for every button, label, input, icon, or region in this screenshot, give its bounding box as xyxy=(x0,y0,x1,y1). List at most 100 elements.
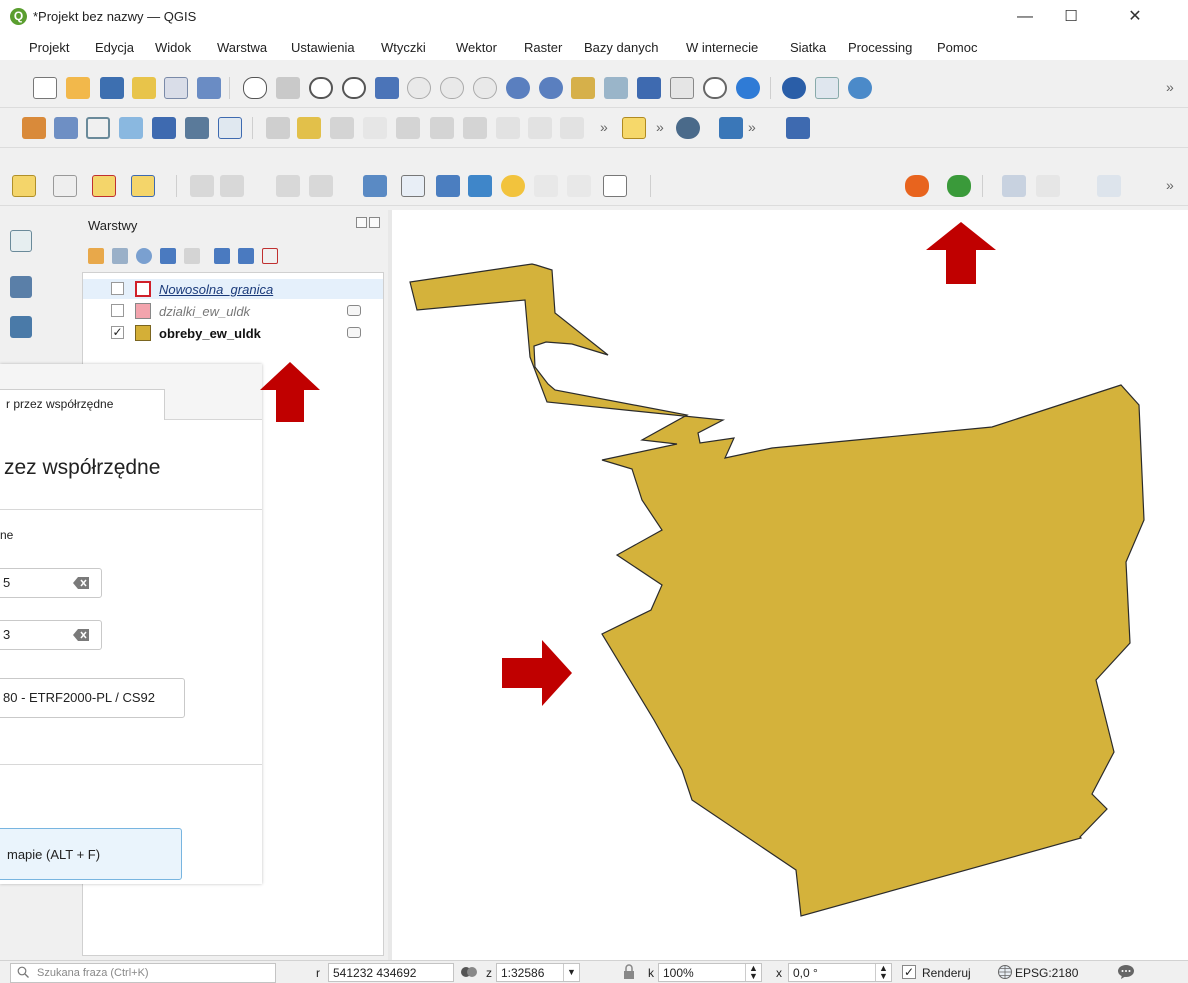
zoom-next-icon[interactable] xyxy=(539,77,563,99)
spinbox-arrows-icon[interactable]: ▲ ▼ xyxy=(745,964,761,981)
layer-symbol-swatch[interactable] xyxy=(135,281,151,297)
open-layer-styling-icon[interactable] xyxy=(88,248,104,264)
add-layer-icon[interactable] xyxy=(22,117,46,139)
text-annotation-icon[interactable] xyxy=(603,175,627,197)
filter-legend-icon[interactable] xyxy=(160,248,176,264)
add-group-icon[interactable] xyxy=(112,248,128,264)
crs-status[interactable]: EPSG:2180 xyxy=(1015,966,1078,980)
toolbar-overflow-icon[interactable]: » xyxy=(748,119,756,135)
move-label-icon[interactable] xyxy=(468,175,492,197)
close-button[interactable]: ✕ xyxy=(1112,2,1158,32)
show-hide-labels-icon[interactable] xyxy=(436,175,460,197)
layout-manager-icon[interactable] xyxy=(164,77,188,99)
edits-icon[interactable] xyxy=(266,117,290,139)
zoom-native-icon[interactable] xyxy=(473,77,497,99)
layer-visibility-checkbox[interactable] xyxy=(111,282,124,295)
menu-processing[interactable]: Processing xyxy=(848,40,912,55)
zoom-to-selection-icon[interactable] xyxy=(407,77,431,99)
select-features-icon[interactable] xyxy=(12,175,36,197)
x-coordinate-field[interactable]: 5 xyxy=(0,568,102,598)
georeferencer-icon[interactable] xyxy=(1097,175,1121,197)
new-map-view-icon[interactable] xyxy=(571,77,595,99)
star-favourite-icon[interactable] xyxy=(501,175,525,197)
layer-symbol-swatch[interactable] xyxy=(135,303,151,319)
label-toolbar-icon[interactable] xyxy=(363,175,387,197)
menu-siatka[interactable]: Siatka xyxy=(790,40,826,55)
chevron-down-icon[interactable]: ▼ xyxy=(563,964,579,981)
coordinate-capture-icon[interactable] xyxy=(1002,175,1026,197)
show-bookmarks-icon[interactable] xyxy=(670,77,694,99)
add-raster-layer-icon[interactable] xyxy=(10,276,32,298)
save-project-icon[interactable] xyxy=(100,77,124,99)
menu-w-internecie[interactable]: W internecie xyxy=(686,40,758,55)
uldk-plugin-orange-icon[interactable] xyxy=(905,175,929,197)
menu-ustawienia[interactable]: Ustawienia xyxy=(291,40,355,55)
pan-hand-icon[interactable] xyxy=(243,77,267,99)
zoom-last-icon[interactable] xyxy=(506,77,530,99)
menu-projekt[interactable]: Projekt xyxy=(29,40,69,55)
zoom-full-icon[interactable] xyxy=(375,77,399,99)
messages-icon[interactable] xyxy=(1117,964,1135,980)
menu-wtyczki[interactable]: Wtyczki xyxy=(381,40,426,55)
menu-widok[interactable]: Widok xyxy=(155,40,191,55)
add-virtual-layer-icon[interactable] xyxy=(218,117,242,139)
pin-labels-icon[interactable] xyxy=(401,175,425,197)
geocoding-globe-icon[interactable] xyxy=(676,117,700,139)
new-geopackage-icon[interactable] xyxy=(152,117,176,139)
y-coordinate-field[interactable]: 3 xyxy=(0,620,102,650)
vertex-tool-icon[interactable] xyxy=(396,117,420,139)
filter-by-expression-icon[interactable] xyxy=(184,248,200,264)
add-vector-layer-icon[interactable] xyxy=(10,230,32,252)
menu-warstwa[interactable]: Warstwa xyxy=(217,40,267,55)
maximize-button[interactable]: ☐ xyxy=(1048,2,1094,32)
add-wms-layer-icon[interactable] xyxy=(54,117,78,139)
deselect-features-icon[interactable] xyxy=(92,175,116,197)
identify-features-icon[interactable] xyxy=(782,77,806,99)
layer-row-dzialki-ew-uldk[interactable]: dzialki_ew_uldk xyxy=(83,301,383,321)
python-console-icon[interactable] xyxy=(719,117,743,139)
layer-visibility-checkbox[interactable] xyxy=(111,304,124,317)
add-feature-icon[interactable] xyxy=(363,117,387,139)
refresh-icon[interactable] xyxy=(736,77,760,99)
menu-raster[interactable]: Raster xyxy=(524,40,562,55)
settings-gear-icon[interactable] xyxy=(848,77,872,99)
attribute-table-icon[interactable] xyxy=(190,175,214,197)
minimize-button[interactable]: — xyxy=(1002,2,1048,32)
select-by-value-icon[interactable] xyxy=(53,175,77,197)
toolbar-overflow-icon[interactable]: » xyxy=(1166,79,1174,95)
pan-to-selection-icon[interactable] xyxy=(276,77,300,99)
zoom-to-layer-icon[interactable] xyxy=(440,77,464,99)
menu-bazy-danych[interactable]: Bazy danych xyxy=(584,40,658,55)
coordinate-field[interactable]: 541232 434692 xyxy=(328,963,454,982)
layer-row-obreby-ew-uldk[interactable]: ✓ obreby_ew_uldk xyxy=(83,323,383,343)
toggle-extents-icon[interactable] xyxy=(460,964,478,980)
toolbar-overflow-icon[interactable]: » xyxy=(1166,177,1174,193)
render-checkbox[interactable]: ✓ xyxy=(902,965,916,979)
crs-globe-icon[interactable] xyxy=(997,964,1013,980)
modify-attributes-icon[interactable] xyxy=(430,117,454,139)
style-manager-icon[interactable] xyxy=(197,77,221,99)
add-mesh-layer-icon[interactable] xyxy=(10,316,32,338)
layer-visibility-checkbox[interactable]: ✓ xyxy=(111,326,124,339)
new-print-layout-icon[interactable] xyxy=(132,77,156,99)
panel-float-close-buttons[interactable] xyxy=(354,216,382,230)
lock-scale-icon[interactable] xyxy=(622,964,636,980)
locator-search-input[interactable]: Szukana fraza (Ctrl+K) xyxy=(10,963,276,983)
magnifier-field[interactable]: 100% ▲ ▼ xyxy=(658,963,762,982)
new-3d-map-icon[interactable] xyxy=(604,77,628,99)
toggle-editing-icon[interactable] xyxy=(297,117,321,139)
zoom-out-icon[interactable] xyxy=(342,77,366,99)
toolbar-overflow-icon[interactable]: » xyxy=(656,119,664,135)
new-project-icon[interactable] xyxy=(33,77,57,99)
save-edits-icon[interactable] xyxy=(330,117,354,139)
scale-field[interactable]: 1:32586 ▼ xyxy=(496,963,580,982)
clear-field-icon[interactable] xyxy=(73,629,89,641)
remove-layer-icon[interactable] xyxy=(262,248,278,264)
expand-all-icon[interactable] xyxy=(214,248,230,264)
zoom-in-icon[interactable] xyxy=(309,77,333,99)
measure-icon[interactable] xyxy=(276,175,300,197)
cut-features-icon[interactable] xyxy=(496,117,520,139)
crs-selector-button[interactable]: 80 - ETRF2000-PL / CS92 xyxy=(0,678,185,718)
uldk-plugin-green-icon[interactable] xyxy=(947,175,971,197)
obreb-polygon[interactable] xyxy=(409,263,1145,917)
